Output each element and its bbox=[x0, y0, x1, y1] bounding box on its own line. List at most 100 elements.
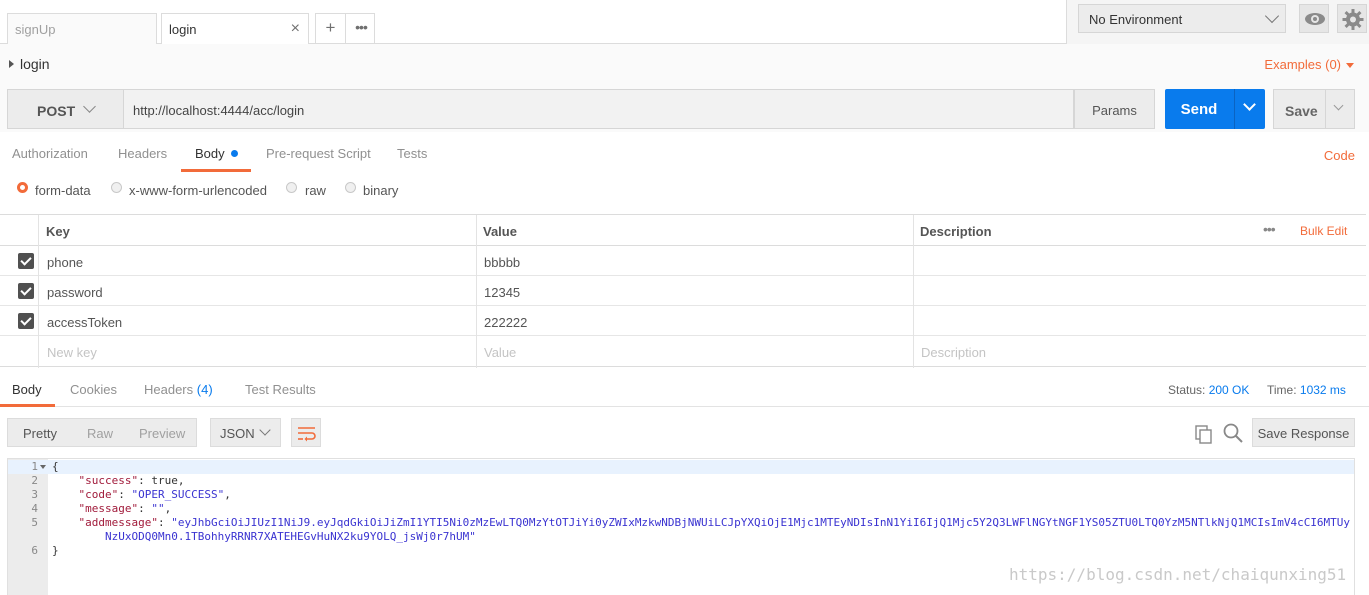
row-key[interactable]: phone bbox=[47, 255, 83, 270]
response-format-select[interactable]: JSON bbox=[210, 418, 281, 447]
time-readout: Time: 1032 ms bbox=[1267, 383, 1346, 397]
new-tab-button[interactable]: + bbox=[316, 14, 346, 44]
environment-select[interactable]: No Environment bbox=[1078, 4, 1286, 33]
save-split-divider bbox=[1325, 90, 1326, 128]
tab-tests[interactable]: Tests bbox=[397, 146, 427, 161]
environment-settings-button[interactable] bbox=[1337, 4, 1367, 33]
row-key[interactable]: accessToken bbox=[47, 315, 122, 330]
copy-icon[interactable] bbox=[1193, 424, 1213, 444]
column-divider bbox=[913, 215, 914, 368]
tab-login[interactable]: login × bbox=[161, 13, 309, 44]
method-select[interactable]: POST bbox=[7, 89, 124, 129]
code-text: "code": "OPER_SUCCESS", bbox=[78, 488, 231, 501]
table-header: Key Value Description ••• Bulk Edit bbox=[0, 215, 1366, 246]
radio-raw[interactable] bbox=[286, 182, 297, 193]
close-icon[interactable]: × bbox=[291, 20, 300, 38]
row-key[interactable]: password bbox=[47, 285, 103, 300]
table-row: accessToken 222222 bbox=[0, 306, 1366, 336]
new-value-input[interactable]: Value bbox=[484, 345, 516, 360]
environment-quick-look-button[interactable] bbox=[1299, 4, 1329, 33]
send-options-chevron-icon[interactable] bbox=[1243, 98, 1256, 111]
row-enabled-checkbox[interactable] bbox=[18, 253, 34, 269]
params-button[interactable]: Params bbox=[1074, 89, 1155, 129]
view-raw-button[interactable]: Raw bbox=[87, 426, 113, 441]
request-title[interactable]: login bbox=[20, 56, 50, 72]
radio-binary[interactable] bbox=[345, 182, 356, 193]
send-button-label: Send bbox=[1180, 101, 1218, 118]
view-pretty-button[interactable]: Pretty bbox=[23, 426, 57, 441]
environment-panel: No Environment bbox=[1066, 0, 1369, 44]
row-value[interactable]: bbbbb bbox=[484, 255, 520, 270]
bulk-edit-link[interactable]: Bulk Edit bbox=[1300, 224, 1347, 238]
code-text: "success": true, bbox=[78, 474, 185, 487]
radio-form-data-label[interactable]: form-data bbox=[35, 183, 91, 198]
radio-binary-label[interactable]: binary bbox=[363, 183, 398, 198]
search-icon[interactable] bbox=[1222, 422, 1244, 444]
send-button[interactable]: Send bbox=[1165, 89, 1265, 129]
eye-icon bbox=[1305, 13, 1325, 25]
radio-raw-label[interactable]: raw bbox=[305, 183, 326, 198]
chevron-down-icon bbox=[259, 424, 271, 436]
caret-right-icon[interactable] bbox=[9, 60, 14, 68]
response-tab-test-results[interactable]: Test Results bbox=[245, 382, 316, 397]
radio-form-data[interactable] bbox=[17, 182, 28, 193]
code-line: 2 "success": true, bbox=[8, 474, 1354, 488]
wrap-lines-button[interactable] bbox=[291, 418, 321, 447]
new-description-input[interactable]: Description bbox=[921, 345, 986, 360]
column-divider bbox=[38, 215, 39, 368]
code-line: NzUxODQ0Mn0.1TBohhyRRNR7XATEHEGvHuNX2ku9… bbox=[8, 530, 1354, 544]
view-preview-button[interactable]: Preview bbox=[139, 426, 185, 441]
tab-body-label: Body bbox=[195, 146, 225, 161]
fold-arrow-icon[interactable] bbox=[40, 465, 46, 469]
save-button[interactable]: Save bbox=[1273, 89, 1355, 129]
more-tabs-icon[interactable]: ••• bbox=[346, 14, 376, 44]
code-line: 4 "message": "", bbox=[8, 502, 1354, 516]
response-tab-body[interactable]: Body bbox=[12, 382, 42, 397]
form-data-table: Key Value Description ••• Bulk Edit phon… bbox=[0, 214, 1366, 368]
watermark: https://blog.csdn.net/chaiqunxing51 bbox=[1009, 565, 1347, 584]
more-options-icon[interactable]: ••• bbox=[1263, 221, 1276, 237]
environment-select-value: No Environment bbox=[1089, 12, 1183, 27]
column-divider bbox=[476, 215, 477, 368]
row-value[interactable]: 222222 bbox=[484, 315, 527, 330]
tab-body[interactable]: Body bbox=[195, 146, 238, 161]
headers-count-badge: (4) bbox=[196, 382, 213, 397]
examples-dropdown[interactable]: Examples (0) bbox=[1264, 57, 1341, 72]
request-name-bar: login Examples (0) bbox=[0, 44, 1369, 88]
tab-pre-request-script[interactable]: Pre-request Script bbox=[266, 146, 371, 161]
json-value: true bbox=[151, 474, 178, 487]
line-number: 1 bbox=[31, 460, 38, 473]
new-key-input[interactable]: New key bbox=[47, 345, 97, 360]
response-tab-headers[interactable]: Headers (4) bbox=[144, 382, 213, 397]
tab-signup[interactable]: signUp bbox=[7, 13, 157, 44]
gear-icon bbox=[1342, 9, 1364, 30]
row-enabled-checkbox[interactable] bbox=[18, 283, 34, 299]
examples-caret-icon[interactable] bbox=[1346, 63, 1354, 68]
save-options-chevron-icon[interactable] bbox=[1333, 100, 1344, 111]
code-text: { bbox=[52, 460, 59, 474]
json-value: "OPER_SUCCESS" bbox=[131, 488, 225, 501]
row-value[interactable]: 12345 bbox=[484, 285, 520, 300]
code-line: 5 "addmessage": "eyJhbGciOiJIUzI1NiJ9.ey… bbox=[8, 516, 1354, 530]
save-response-button[interactable]: Save Response bbox=[1252, 418, 1355, 447]
time-value[interactable]: 1032 ms bbox=[1300, 383, 1346, 397]
code-line: 3 "code": "OPER_SUCCESS", bbox=[8, 488, 1354, 502]
radio-x-www-form-urlencoded-label[interactable]: x-www-form-urlencoded bbox=[129, 183, 267, 198]
tab-headers[interactable]: Headers bbox=[118, 146, 167, 161]
code-link[interactable]: Code bbox=[1324, 148, 1355, 163]
json-value: "" bbox=[151, 502, 165, 515]
row-enabled-checkbox[interactable] bbox=[18, 313, 34, 329]
status-label: Status: bbox=[1168, 383, 1206, 397]
code-text: "addmessage": "eyJhbGciOiJIUzI1NiJ9.eyJq… bbox=[78, 516, 1351, 529]
json-brace: { bbox=[52, 460, 59, 473]
response-tab-cookies[interactable]: Cookies bbox=[70, 382, 117, 397]
status-value[interactable]: 200 OK bbox=[1209, 383, 1250, 397]
url-input[interactable]: http://localhost:4444/acc/login bbox=[124, 89, 1074, 129]
radio-x-www-form-urlencoded[interactable] bbox=[111, 182, 122, 193]
save-button-label: Save bbox=[1285, 103, 1318, 119]
json-key: "code" bbox=[78, 488, 119, 501]
code-text: } bbox=[52, 544, 59, 558]
body-type-options: form-data x-www-form-urlencoded raw bina… bbox=[0, 172, 1369, 212]
response-format-value: JSON bbox=[220, 426, 255, 441]
tab-authorization[interactable]: Authorization bbox=[12, 146, 88, 161]
